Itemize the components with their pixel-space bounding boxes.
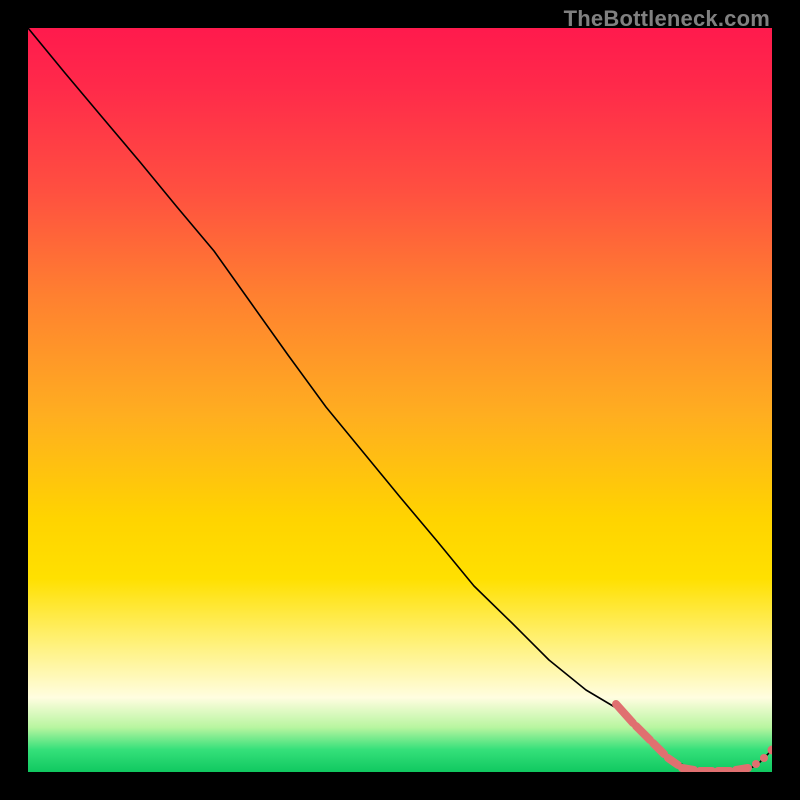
marker-group <box>616 704 772 771</box>
marker-dash <box>636 726 650 740</box>
chart-svg <box>28 28 772 772</box>
plot-area <box>28 28 772 772</box>
marker-dash <box>616 704 633 723</box>
marker-dot <box>760 754 768 762</box>
marker-dash <box>682 768 694 770</box>
bottleneck-curve <box>28 28 772 772</box>
chart-stage: TheBottleneck.com <box>0 0 800 800</box>
marker-dash <box>736 768 748 770</box>
marker-dash <box>668 758 678 765</box>
marker-dot <box>752 760 760 768</box>
marker-dash <box>653 743 664 754</box>
